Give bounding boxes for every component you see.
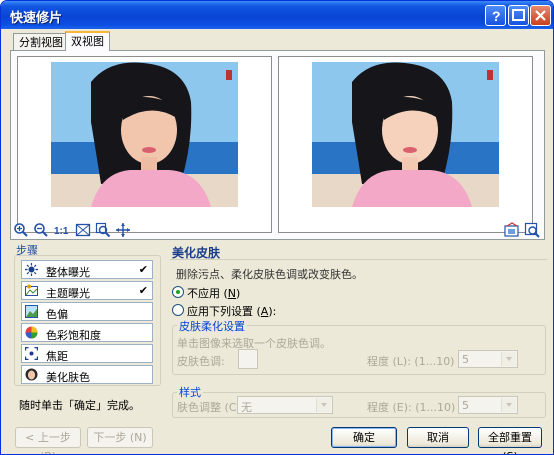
steps-panel: 整体曝光 ✔ 主题曝光 ✔ 色偏 色彩饱和度 焦距 美化肤色: [14, 255, 161, 386]
radio-apply-settings-label[interactable]: 应用下列设置 (A):: [187, 303, 276, 319]
step-focus[interactable]: 焦距: [21, 344, 153, 363]
window-title: 快速修片: [10, 11, 63, 26]
tab-split-view[interactable]: 分割视图: [13, 33, 69, 50]
style-group-title: 样式: [177, 384, 203, 400]
title-bar[interactable]: 快速修片 ?: [1, 1, 553, 29]
chevron-down-icon[interactable]: [501, 398, 516, 412]
radio-do-not-apply-label[interactable]: 不应用 (N): [187, 285, 240, 301]
svg-text:1:1: 1:1: [54, 226, 69, 237]
tab-dual-view[interactable]: 双视图: [65, 31, 110, 51]
step-subject-exposure[interactable]: 主题曝光 ✔: [21, 281, 153, 300]
style-degree-value: 5: [462, 399, 469, 412]
preview-zoom-icon[interactable]: [524, 222, 540, 238]
pan-icon[interactable]: [115, 222, 131, 238]
step-label: 色偏: [46, 308, 68, 321]
next-step-button[interactable]: 下一步 (N) >: [87, 427, 153, 454]
color-cast-icon: [25, 305, 38, 318]
actual-size-icon[interactable]: 1:1: [53, 222, 71, 238]
exposure-icon: [25, 263, 38, 276]
radio-apply-settings[interactable]: [172, 304, 184, 316]
svg-text:?: ?: [492, 8, 501, 24]
step-label: 美化肤色: [46, 371, 90, 384]
preview-before[interactable]: [17, 56, 272, 233]
step-label: 整体曝光: [46, 266, 90, 279]
step-saturation[interactable]: 色彩饱和度: [21, 323, 153, 342]
view-toolbar: 1:1: [13, 222, 153, 238]
check-icon: ✔: [138, 284, 148, 297]
focus-icon: [25, 347, 38, 360]
subject-exposure-icon: [25, 284, 38, 296]
chevron-down-icon[interactable]: [501, 352, 516, 366]
photo-before[interactable]: [51, 62, 238, 207]
cancel-button[interactable]: 取消: [407, 427, 469, 448]
section-description: 删除污点、柔化皮肤色调或改变肤色。: [176, 268, 363, 281]
skin-tone-swatch[interactable]: [238, 349, 258, 369]
close-icon: [535, 10, 546, 21]
style-degree-spinner[interactable]: 5: [458, 396, 518, 414]
check-icon: ✔: [138, 263, 148, 276]
preview-pane: [10, 50, 545, 240]
preview-after[interactable]: [278, 56, 533, 233]
maximize-button[interactable]: [508, 5, 529, 26]
fit-to-window-icon[interactable]: [75, 222, 91, 238]
skin-adjust-label: 肤色调整 (C):: [177, 401, 245, 414]
zoom-to-selection-icon[interactable]: [95, 222, 111, 238]
dialog-window: 快速修片 ? 分割视图 双视图 1:1 步骤 整体曝光 ✔ 主题曝光 ✔ 色偏 …: [0, 0, 554, 455]
maximize-icon: [512, 9, 525, 21]
reset-all-button[interactable]: 全部重置 (S): [478, 427, 542, 454]
help-icon: ?: [492, 8, 501, 24]
step-label: 焦距: [46, 350, 68, 363]
skin-adjust-select[interactable]: 无: [237, 396, 333, 414]
saturation-icon: [25, 326, 38, 339]
help-button[interactable]: ?: [485, 5, 506, 26]
soften-degree-label: 程度 (L): (1...10): [367, 355, 455, 368]
style-degree-label: 程度 (E): (1...10): [367, 401, 456, 414]
radio-do-not-apply[interactable]: [172, 286, 184, 298]
chevron-down-icon[interactable]: [316, 398, 331, 412]
step-color-cast[interactable]: 色偏: [21, 302, 153, 321]
step-skin-tone[interactable]: 美化肤色: [21, 365, 153, 384]
skin-adjust-value: 无: [241, 401, 252, 414]
prev-step-button[interactable]: < 上一步 (B): [15, 427, 81, 454]
ok-button[interactable]: 确定: [331, 427, 397, 448]
skin-soften-title: 皮肤柔化设置: [177, 318, 247, 334]
soften-degree-spinner[interactable]: 5: [458, 350, 518, 368]
section-divider: [170, 259, 547, 260]
step-label: 色彩饱和度: [46, 329, 101, 342]
soften-degree-value: 5: [462, 353, 469, 366]
finish-hint: 随时单击「确定」完成。: [19, 399, 140, 412]
step-label: 主题曝光: [46, 287, 90, 300]
skin-tone-icon: [25, 368, 38, 381]
zoom-out-icon[interactable]: [33, 222, 49, 238]
skin-tone-label: 皮肤色调:: [177, 355, 225, 368]
zoom-in-icon[interactable]: [13, 222, 29, 238]
close-button[interactable]: [530, 5, 551, 26]
photo-after[interactable]: [312, 62, 499, 207]
original-image-icon[interactable]: [504, 222, 520, 238]
step-overall-exposure[interactable]: 整体曝光 ✔: [21, 260, 153, 279]
